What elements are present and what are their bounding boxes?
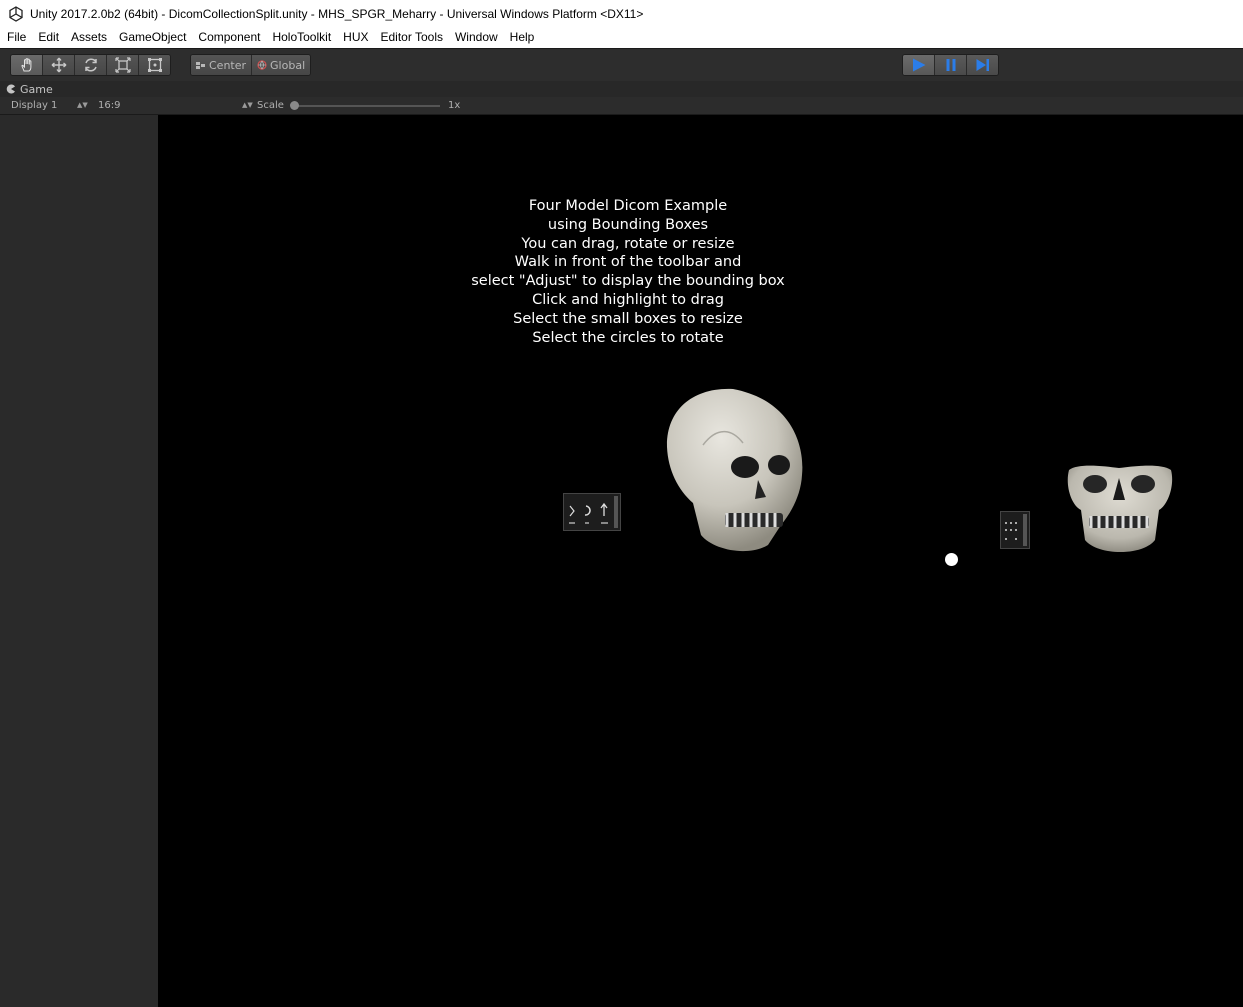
- pivot-rotation-label: Global: [270, 58, 306, 72]
- step-icon: [976, 59, 989, 71]
- pivot-mode-label: Center: [209, 58, 247, 72]
- scale-label: Scale: [257, 100, 284, 111]
- instruction-line: Walk in front of the toolbar and: [514, 254, 742, 271]
- menu-file[interactable]: File: [0, 27, 32, 48]
- main-toolbar: Center Global: [0, 48, 1243, 81]
- left-gutter: [0, 115, 158, 1007]
- menu-edit[interactable]: Edit: [32, 27, 65, 48]
- scale-value: 1x: [448, 100, 461, 111]
- play-icon: [912, 58, 925, 72]
- game-viewport[interactable]: Four Model Dicom Example using Bounding …: [158, 115, 1243, 1007]
- scale-slider-thumb[interactable]: [290, 101, 299, 110]
- menu-assets[interactable]: Assets: [65, 27, 113, 48]
- rotate-tool-icon: [84, 58, 97, 72]
- scale-tool-icon: [114, 57, 131, 73]
- transform-tools: [10, 54, 171, 76]
- menu-holotoolkit[interactable]: HoloToolkit: [266, 27, 337, 48]
- move-tool-button[interactable]: [43, 55, 75, 75]
- instruction-line: select "Adjust" to display the bounding …: [471, 273, 785, 290]
- pivot-mode-button[interactable]: Center: [191, 55, 253, 75]
- game-view-toolbar: Display 1 ▲▼ 16:9 ▲▼ Scale 1x: [0, 97, 1243, 115]
- display-dropdown-arrow-icon[interactable]: ▲▼: [77, 97, 88, 114]
- move-tool-icon: [51, 57, 66, 73]
- gaze-cursor: [945, 553, 958, 566]
- rect-tool-button[interactable]: [139, 55, 170, 75]
- play-button[interactable]: [903, 55, 935, 75]
- instruction-text: Four Model Dicom Example using Bounding …: [408, 197, 848, 347]
- menu-help[interactable]: Help: [504, 27, 541, 48]
- display-select[interactable]: Display 1: [11, 97, 57, 114]
- menu-component[interactable]: Component: [192, 27, 266, 48]
- pivot-toggles: Center Global: [190, 54, 312, 76]
- instruction-line: Select the circles to rotate: [532, 329, 724, 346]
- play-controls: [902, 54, 999, 76]
- pivot-center-icon: [196, 61, 205, 69]
- scale-tool-button[interactable]: [107, 55, 139, 75]
- menu-hux[interactable]: HUX: [337, 27, 374, 48]
- rect-tool-icon: [147, 58, 162, 72]
- skull-model-large[interactable]: [663, 385, 808, 560]
- pivot-rotation-button[interactable]: Global: [252, 55, 311, 75]
- tab-game[interactable]: Game: [6, 81, 53, 97]
- window-title-bar: Unity 2017.2.0b2 (64bit) - DicomCollecti…: [0, 0, 1243, 27]
- instruction-line: Four Model Dicom Example: [528, 198, 728, 214]
- instruction-line: Select the small boxes to resize: [513, 310, 743, 327]
- model-toolbar-icons: [569, 496, 618, 528]
- aspect-select[interactable]: 16:9: [98, 97, 120, 114]
- pause-button[interactable]: [935, 55, 967, 75]
- model-toolbar-right[interactable]: [1000, 511, 1030, 549]
- instruction-line: Click and highlight to drag: [532, 291, 724, 308]
- model-toolbar-right-icons: [1005, 514, 1027, 546]
- menu-window[interactable]: Window: [449, 27, 504, 48]
- aspect-dropdown-arrow-icon[interactable]: ▲▼: [242, 97, 253, 114]
- menu-gameobject[interactable]: GameObject: [113, 27, 192, 48]
- menu-editor-tools[interactable]: Editor Tools: [375, 27, 449, 48]
- instruction-line: using Bounding Boxes: [547, 216, 709, 233]
- skull-model-small[interactable]: [1063, 460, 1175, 560]
- tab-game-label: Game: [20, 82, 53, 96]
- pacman-icon: [6, 84, 15, 94]
- model-toolbar-left[interactable]: [563, 493, 621, 531]
- instruction-line: You can drag, rotate or resize: [521, 235, 735, 252]
- game-tab-bar: Game: [0, 81, 1243, 97]
- globe-icon: [257, 60, 267, 70]
- rotate-tool-button[interactable]: [75, 55, 107, 75]
- scale-slider-track[interactable]: [292, 105, 440, 107]
- menu-bar: File Edit Assets GameObject Component Ho…: [0, 27, 1243, 48]
- hand-tool-button[interactable]: [11, 55, 43, 75]
- window-title: Unity 2017.2.0b2 (64bit) - DicomCollecti…: [30, 6, 644, 21]
- unity-logo-icon: [9, 5, 23, 22]
- step-button[interactable]: [967, 55, 998, 75]
- hand-tool-icon: [20, 58, 31, 72]
- pause-icon: [946, 59, 955, 71]
